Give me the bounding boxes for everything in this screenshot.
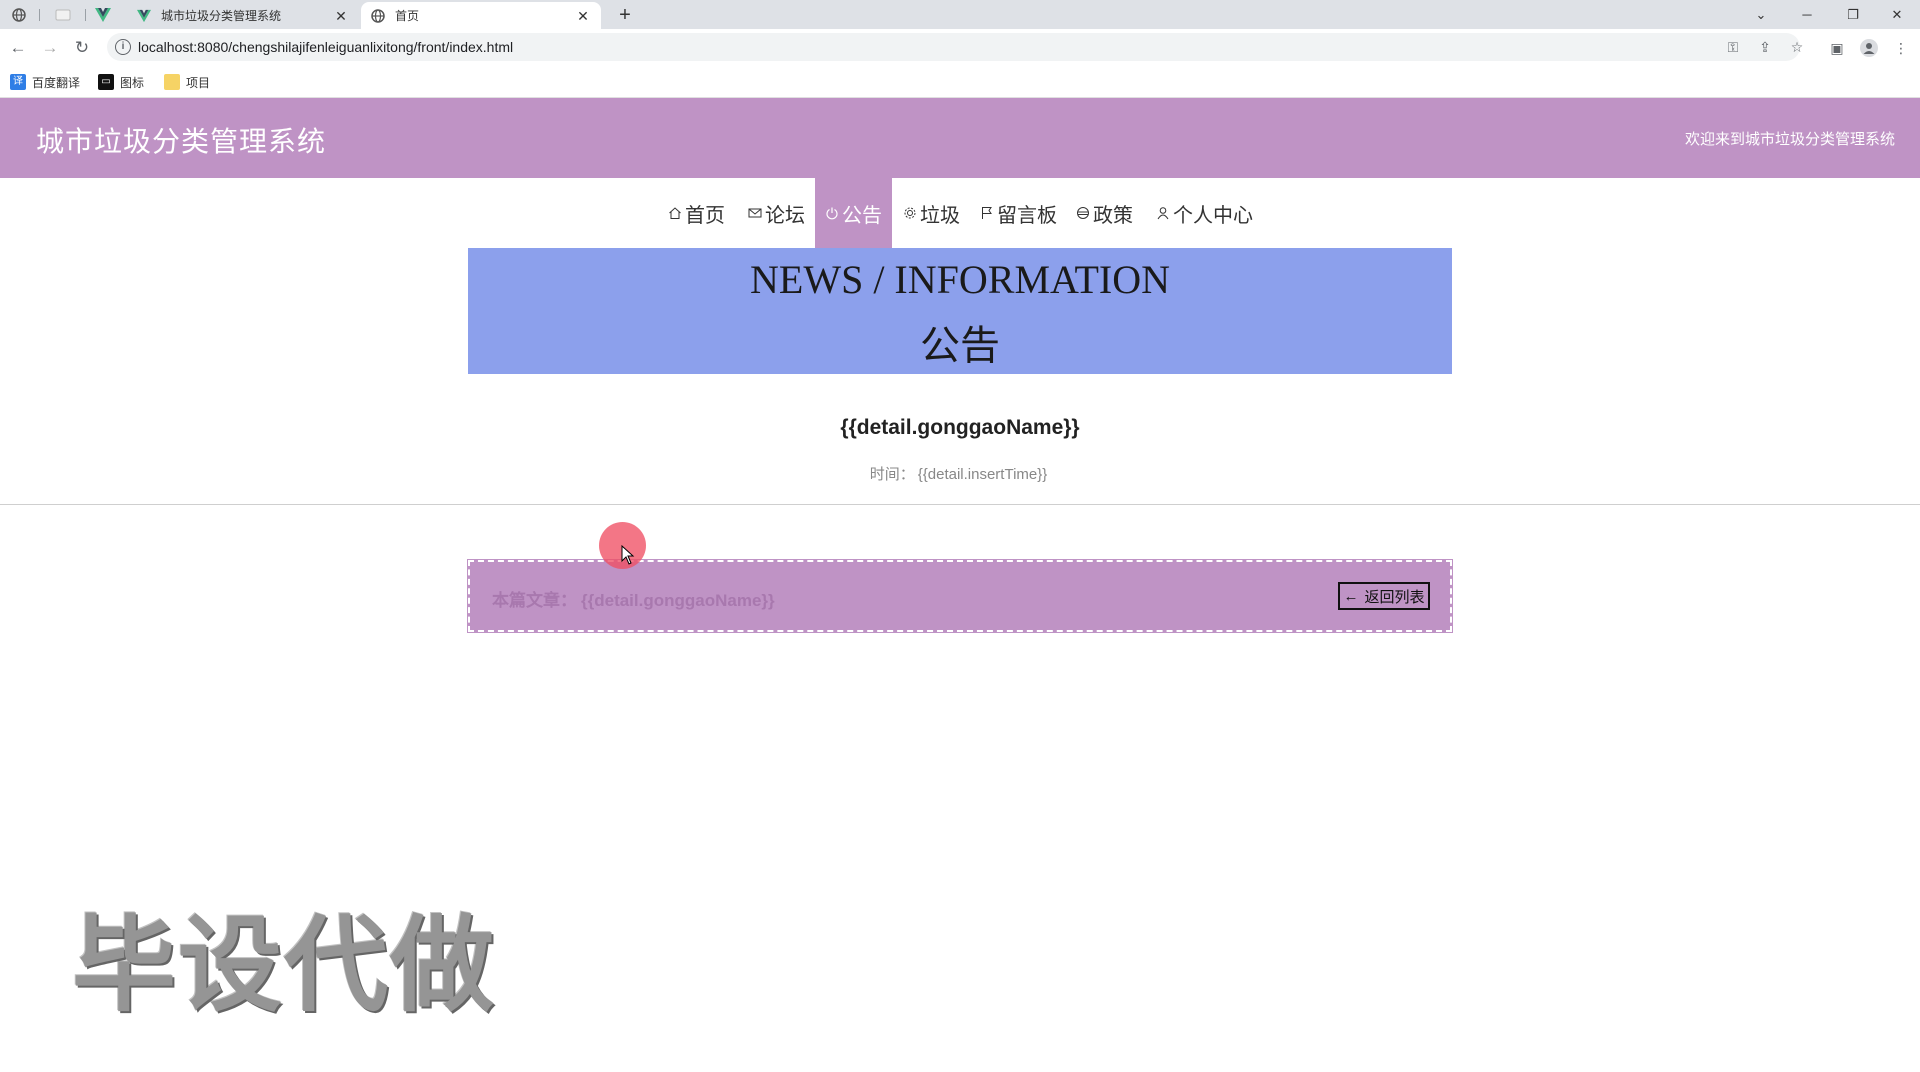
- pinned-tab-vue[interactable]: [84, 3, 122, 27]
- banner-chinese-title: 公告: [920, 323, 1000, 369]
- divider: [0, 504, 1920, 505]
- nav-item-home[interactable]: 首页: [668, 178, 725, 248]
- side-panel-icon[interactable]: ▣: [1826, 37, 1848, 59]
- arrow-left-icon: ←: [1343, 587, 1359, 605]
- nav-item-label: 垃圾: [920, 204, 960, 227]
- nav-item-label: 首页: [685, 204, 725, 227]
- vue-icon: [137, 9, 151, 22]
- nav-item-label: 个人中心: [1173, 204, 1253, 227]
- nav-item-notice[interactable]: 公告: [815, 178, 892, 248]
- close-icon: ✕: [1891, 6, 1903, 22]
- menu-dots-icon[interactable]: ⋮: [1890, 37, 1912, 59]
- minimize-button[interactable]: ─: [1784, 0, 1830, 29]
- pinned-tab-blank[interactable]: [44, 3, 82, 27]
- welcome-text: 欢迎来到城市垃圾分类管理系统: [1684, 131, 1895, 148]
- blank-page-icon: [55, 9, 71, 21]
- restore-button[interactable]: ❐: [1830, 0, 1876, 29]
- notice-time: 时间： {{detail.insertTime}}: [468, 463, 1452, 484]
- nav-item-label: 公告: [842, 204, 882, 227]
- tab-title: 首页: [395, 9, 420, 23]
- tab-search-button[interactable]: ⌄: [1738, 0, 1784, 29]
- close-icon[interactable]: ✕: [575, 8, 591, 24]
- globe-icon: [371, 8, 385, 23]
- bookmark-label: 百度翻译: [32, 75, 81, 90]
- nav-item-garbage[interactable]: 垃圾: [903, 178, 960, 248]
- user-icon: [1860, 39, 1878, 57]
- tab-title: 城市垃圾分类管理系统: [161, 9, 282, 23]
- tab-home[interactable]: 首页 ✕: [361, 2, 601, 29]
- image-icon: ▭: [98, 74, 114, 90]
- translate-icon: 译: [10, 74, 26, 90]
- window-close-button[interactable]: ✕: [1874, 0, 1920, 29]
- url-text: localhost:8080/chengshilajifenleiguanlix…: [138, 39, 514, 55]
- chevron-down-icon: ⌄: [1755, 6, 1767, 22]
- bookmark-label: 图标: [120, 75, 145, 90]
- user-icon: [1157, 207, 1169, 220]
- section-banner: NEWS / INFORMATION 公告: [468, 248, 1452, 374]
- banner-english-title: NEWS / INFORMATION: [750, 257, 1170, 302]
- home-icon: [669, 207, 681, 219]
- current-article: 本篇文章： {{detail.gonggaoName}}: [492, 586, 775, 611]
- back-to-list-button[interactable]: ← 返回列表: [1338, 582, 1430, 610]
- back-to-list-label: 返回列表: [1364, 588, 1425, 606]
- watermark-text: 毕设代做: [72, 904, 497, 1026]
- power-icon: [826, 207, 838, 220]
- forward-button[interactable]: →: [37, 35, 63, 61]
- browser-tab-strip: 城市垃圾分类管理系统 ✕ 首页 ✕ + ⌄ ─ ❐ ✕: [0, 0, 1920, 29]
- back-button[interactable]: ←: [5, 35, 31, 61]
- bookmark-label: 项目: [186, 75, 211, 90]
- new-tab-button[interactable]: +: [612, 3, 638, 27]
- key-icon[interactable]: ⚿: [1722, 36, 1744, 58]
- restore-icon: ❐: [1847, 6, 1859, 22]
- minimize-icon: ─: [1802, 7, 1812, 22]
- current-article-label: 本篇文章：: [492, 591, 577, 610]
- nav-item-policy[interactable]: 政策: [1076, 178, 1133, 248]
- bookmark-item[interactable]: 译 百度翻译: [10, 72, 80, 92]
- nav-item-label: 政策: [1093, 204, 1133, 227]
- vue-icon: [95, 8, 111, 22]
- close-icon[interactable]: ✕: [333, 8, 349, 24]
- time-value: {{detail.insertTime}}: [917, 466, 1048, 483]
- notice-title: {{detail.gonggaoName}}: [840, 416, 1080, 439]
- nav-item-profile[interactable]: 个人中心: [1156, 178, 1253, 248]
- reload-icon: ↻: [74, 38, 90, 57]
- mail-icon: [748, 208, 762, 218]
- bookmarks-bar: 译 百度翻译 ▭ 图标 项目: [0, 66, 1920, 98]
- gear-icon: [904, 207, 916, 219]
- folder-icon: [164, 74, 180, 90]
- bookmark-item[interactable]: ▭ 图标: [98, 72, 144, 92]
- share-icon[interactable]: ⇪: [1754, 36, 1776, 58]
- mouse-cursor-icon: [621, 545, 635, 565]
- article-nav-bar: 本篇文章： {{detail.gonggaoName}} ← 返回列表: [467, 559, 1453, 633]
- nav-item-label: 留言板: [997, 204, 1057, 227]
- pinned-tab-globe[interactable]: [0, 3, 38, 27]
- address-bar[interactable]: i localhost:8080/chengshilajifenleiguanl…: [107, 33, 1803, 61]
- main-nav: 首页 论坛 公告 垃圾 留言板 政策 个人中心: [0, 178, 1920, 248]
- site-header: 城市垃圾分类管理系统 欢迎来到城市垃圾分类管理系统: [0, 98, 1920, 178]
- info-icon[interactable]: i: [115, 39, 131, 55]
- tab-admin[interactable]: 城市垃圾分类管理系统 ✕: [127, 2, 359, 29]
- profile-avatar[interactable]: [1858, 37, 1880, 59]
- nav-item-guestbook[interactable]: 留言板: [980, 178, 1057, 248]
- site-title: 城市垃圾分类管理系统: [36, 126, 327, 157]
- current-article-value: {{detail.gonggaoName}}: [581, 591, 775, 610]
- reload-button[interactable]: ↻: [69, 35, 95, 61]
- nav-item-forum[interactable]: 论坛: [748, 178, 805, 248]
- globe-icon: [12, 8, 26, 22]
- star-icon[interactable]: ☆: [1786, 36, 1808, 58]
- nav-item-label: 论坛: [765, 204, 805, 227]
- disc-icon: [1077, 207, 1089, 219]
- time-label: 时间：: [869, 466, 915, 483]
- flag-icon: [982, 207, 992, 219]
- arrow-left-icon: ←: [9, 38, 27, 57]
- browser-toolbar: ← → ↻ i localhost:8080/chengshilajifenle…: [0, 29, 1920, 66]
- bookmark-item[interactable]: 项目: [164, 72, 210, 92]
- arrow-right-icon: →: [41, 38, 59, 57]
